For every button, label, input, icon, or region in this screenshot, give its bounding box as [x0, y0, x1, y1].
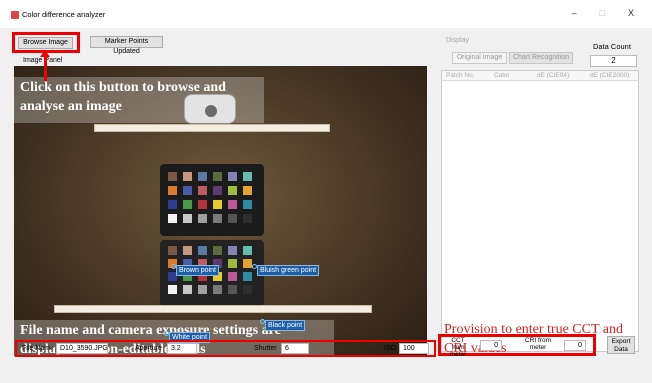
arrow-shaft-icon: [44, 54, 47, 81]
cri-input[interactable]: 0: [564, 340, 586, 351]
shelf-top: [94, 124, 330, 132]
chart-patch: [183, 186, 192, 195]
chart-recognition-button[interactable]: Chart Recognition: [509, 52, 573, 64]
display-label: Display: [446, 37, 469, 44]
title-bar: Color difference analyzer – □ X: [0, 0, 652, 28]
chart-patch: [183, 214, 192, 223]
browse-image-button[interactable]: Browse Image: [18, 37, 73, 49]
brown-point-label: Brown point: [176, 265, 219, 276]
chart-patch: [243, 200, 252, 209]
shutter-label: Shutter: [254, 345, 277, 352]
header-patch-no[interactable]: Patch No.: [446, 72, 475, 79]
browse-annotation: Click on this button to browse and analy…: [14, 77, 264, 123]
chart-patch: [243, 214, 252, 223]
data-count-field: 2: [590, 55, 637, 67]
main-area: Browse Image Marker Points Updated Image…: [0, 28, 652, 383]
close-button[interactable]: X: [620, 6, 642, 20]
aperture-label: Aperture: [135, 345, 162, 352]
chart-patch: [243, 172, 252, 181]
chart-patch: [228, 172, 237, 181]
chart-patch: [228, 200, 237, 209]
data-count-label: Data Count: [593, 42, 631, 51]
chart-patch: [198, 246, 207, 255]
chart-patch: [213, 214, 222, 223]
chart-patch: [168, 285, 177, 294]
cri-label: CRI from meter: [525, 337, 551, 351]
chart-patch: [183, 200, 192, 209]
chart-patch: [243, 186, 252, 195]
header-de-cie94[interactable]: dE (CIE94): [537, 72, 569, 79]
chart-patch: [228, 259, 237, 268]
chart-patch: [213, 285, 222, 294]
chart-patch: [243, 272, 252, 281]
chart-patch: [183, 172, 192, 181]
shutter-field: 6: [281, 343, 309, 354]
chart-patch: [198, 172, 207, 181]
color-chart-top: [160, 164, 264, 236]
file-name-field: D10_3590.JPG: [56, 343, 108, 354]
chart-patch: [213, 186, 222, 195]
chart-patch: [168, 186, 177, 195]
aperture-field: 3.2: [167, 343, 197, 354]
export-data-button[interactable]: Export Data: [607, 336, 635, 354]
chart-patch: [168, 200, 177, 209]
chart-patch: [228, 285, 237, 294]
chart-patch: [198, 186, 207, 195]
table-header: Patch No. Color dE (CIE94) dE (CIE2000): [442, 71, 638, 81]
chart-patch: [228, 214, 237, 223]
chart-patch: [213, 172, 222, 181]
chart-patch: [213, 246, 222, 255]
header-color[interactable]: Color: [494, 72, 510, 79]
chart-patch: [168, 246, 177, 255]
chart-patch: [198, 214, 207, 223]
iso-field: 100: [399, 343, 429, 354]
shelf-bottom: [54, 305, 372, 313]
header-de-cie2000[interactable]: dE (CIE2000): [590, 72, 629, 79]
chart-patch: [243, 259, 252, 268]
cct-input[interactable]: 0: [480, 340, 502, 351]
marker-points-updated-button[interactable]: Marker Points Updated: [90, 36, 163, 55]
image-panel[interactable]: Click on this button to browse and analy…: [14, 66, 427, 356]
chart-patch: [168, 172, 177, 181]
chart-patch: [228, 272, 237, 281]
results-table[interactable]: Patch No. Color dE (CIE94) dE (CIE2000): [441, 70, 639, 352]
chart-patch: [198, 200, 207, 209]
chart-patch: [198, 285, 207, 294]
image-panel-label: Image Panel: [23, 57, 63, 64]
chart-patch: [168, 214, 177, 223]
black-point-label: Black point: [265, 320, 306, 331]
chart-patch: [228, 246, 237, 255]
bluish-green-point-label: Bluish green point: [257, 265, 320, 276]
chart-patch: [183, 246, 192, 255]
original-image-button[interactable]: Original Image: [452, 52, 507, 64]
cct-label: CCT from meter: [449, 337, 467, 358]
chart-patch: [228, 186, 237, 195]
minimize-button[interactable]: –: [563, 6, 585, 20]
chart-patch: [243, 285, 252, 294]
chart-patch: [183, 285, 192, 294]
maximize-button[interactable]: □: [591, 6, 613, 20]
app-icon: [11, 11, 19, 19]
chart-patch: [243, 246, 252, 255]
iso-label: ISO: [384, 345, 397, 352]
file-name-label: File Name: [22, 345, 54, 352]
chart-patch: [213, 200, 222, 209]
window-title: Color difference analyzer: [22, 10, 106, 19]
